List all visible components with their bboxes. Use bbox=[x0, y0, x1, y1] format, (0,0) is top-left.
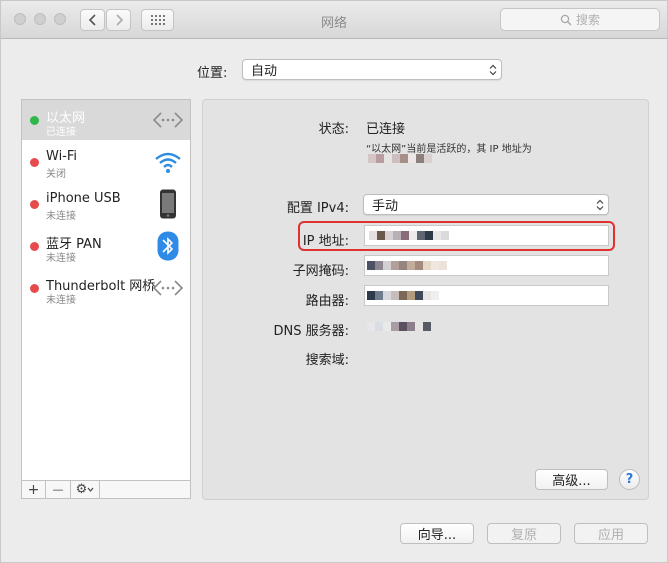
status-note: “以太网”当前是活跃的，其 IP 地址为 bbox=[366, 144, 532, 155]
service-status: 未连接 bbox=[46, 253, 76, 264]
add-service-button[interactable]: + bbox=[22, 481, 46, 498]
status-ip-redacted bbox=[368, 154, 432, 163]
subnet-mask-label: 子网掩码: bbox=[292, 264, 349, 279]
remove-service-button[interactable]: — bbox=[46, 481, 71, 498]
iphone-icon bbox=[152, 189, 184, 219]
configure-ipv4-value: 手动 bbox=[372, 199, 399, 214]
advanced-button[interactable]: 高级... bbox=[535, 469, 608, 490]
dns-server-redacted bbox=[367, 322, 431, 331]
configure-ipv4-label: 配置 IPv4: bbox=[286, 201, 349, 216]
service-item-bluetooth-pan[interactable]: 蓝牙 PAN 未连接 bbox=[22, 226, 190, 266]
chevron-down-icon bbox=[87, 487, 94, 492]
service-list: 以太网 已连接 Wi-Fi 关闭 iPhone USB 未连接 蓝牙 PAN 未… bbox=[21, 99, 191, 499]
search-icon bbox=[560, 14, 572, 25]
minus-icon: — bbox=[52, 483, 64, 496]
subnet-mask-redacted bbox=[367, 261, 447, 270]
service-item-iphone-usb[interactable]: iPhone USB 未连接 bbox=[22, 184, 190, 224]
router-label: 路由器: bbox=[305, 294, 349, 309]
location-select[interactable]: 自动 bbox=[242, 59, 502, 80]
dns-server-label: DNS 服务器: bbox=[273, 324, 350, 339]
plus-icon: + bbox=[27, 481, 40, 498]
revert-button[interactable]: 复原 bbox=[487, 523, 561, 544]
search-domains-label: 搜索域: bbox=[305, 353, 349, 368]
updown-chevron-icon bbox=[596, 199, 604, 210]
status-dot bbox=[30, 242, 39, 251]
location-value: 自动 bbox=[251, 64, 278, 79]
service-item-ethernet[interactable]: 以太网 已连接 bbox=[22, 100, 190, 140]
status-dot bbox=[30, 284, 39, 293]
service-status: 未连接 bbox=[46, 211, 76, 222]
help-button[interactable]: ? bbox=[619, 469, 640, 490]
assist-me-button[interactable]: 向导... bbox=[400, 523, 474, 544]
status-dot bbox=[30, 200, 39, 209]
gear-icon: ⚙ bbox=[75, 482, 88, 497]
ethernet-arrows-icon bbox=[152, 105, 184, 135]
status-value: 已连接 bbox=[366, 122, 406, 137]
ip-address-highlight bbox=[298, 221, 615, 251]
service-actions-menu[interactable]: ⚙ bbox=[71, 481, 100, 498]
service-status: 关闭 bbox=[46, 169, 66, 180]
service-list-toolbar: + — ⚙ bbox=[22, 480, 190, 498]
service-name: iPhone USB bbox=[46, 191, 121, 206]
service-item-thunderbolt-bridge[interactable]: Thunderbolt 网桥 未连接 bbox=[22, 268, 190, 308]
status-dot bbox=[30, 158, 39, 167]
service-status: 已连接 bbox=[46, 127, 76, 138]
location-label: 位置: bbox=[197, 66, 228, 81]
title-bar: 网络 搜索 bbox=[1, 1, 667, 39]
configure-ipv4-select[interactable]: 手动 bbox=[363, 194, 609, 215]
updown-chevron-icon bbox=[489, 64, 497, 75]
service-name: Wi-Fi bbox=[46, 149, 78, 164]
apply-button[interactable]: 应用 bbox=[574, 523, 648, 544]
bluetooth-icon bbox=[152, 231, 184, 261]
wifi-icon bbox=[152, 147, 184, 177]
thunderbolt-arrows-icon bbox=[152, 273, 184, 303]
status-label: 状态: bbox=[318, 122, 349, 137]
search-field[interactable]: 搜索 bbox=[500, 8, 660, 31]
service-item-wifi[interactable]: Wi-Fi 关闭 bbox=[22, 142, 190, 182]
search-placeholder: 搜索 bbox=[575, 13, 600, 27]
router-redacted bbox=[367, 291, 439, 300]
status-dot bbox=[30, 116, 39, 125]
network-preferences-window: 网络 搜索 位置: 自动 以太网 已连接 Wi-Fi 关闭 iPhone USB… bbox=[0, 0, 668, 563]
service-status: 未连接 bbox=[46, 295, 76, 306]
